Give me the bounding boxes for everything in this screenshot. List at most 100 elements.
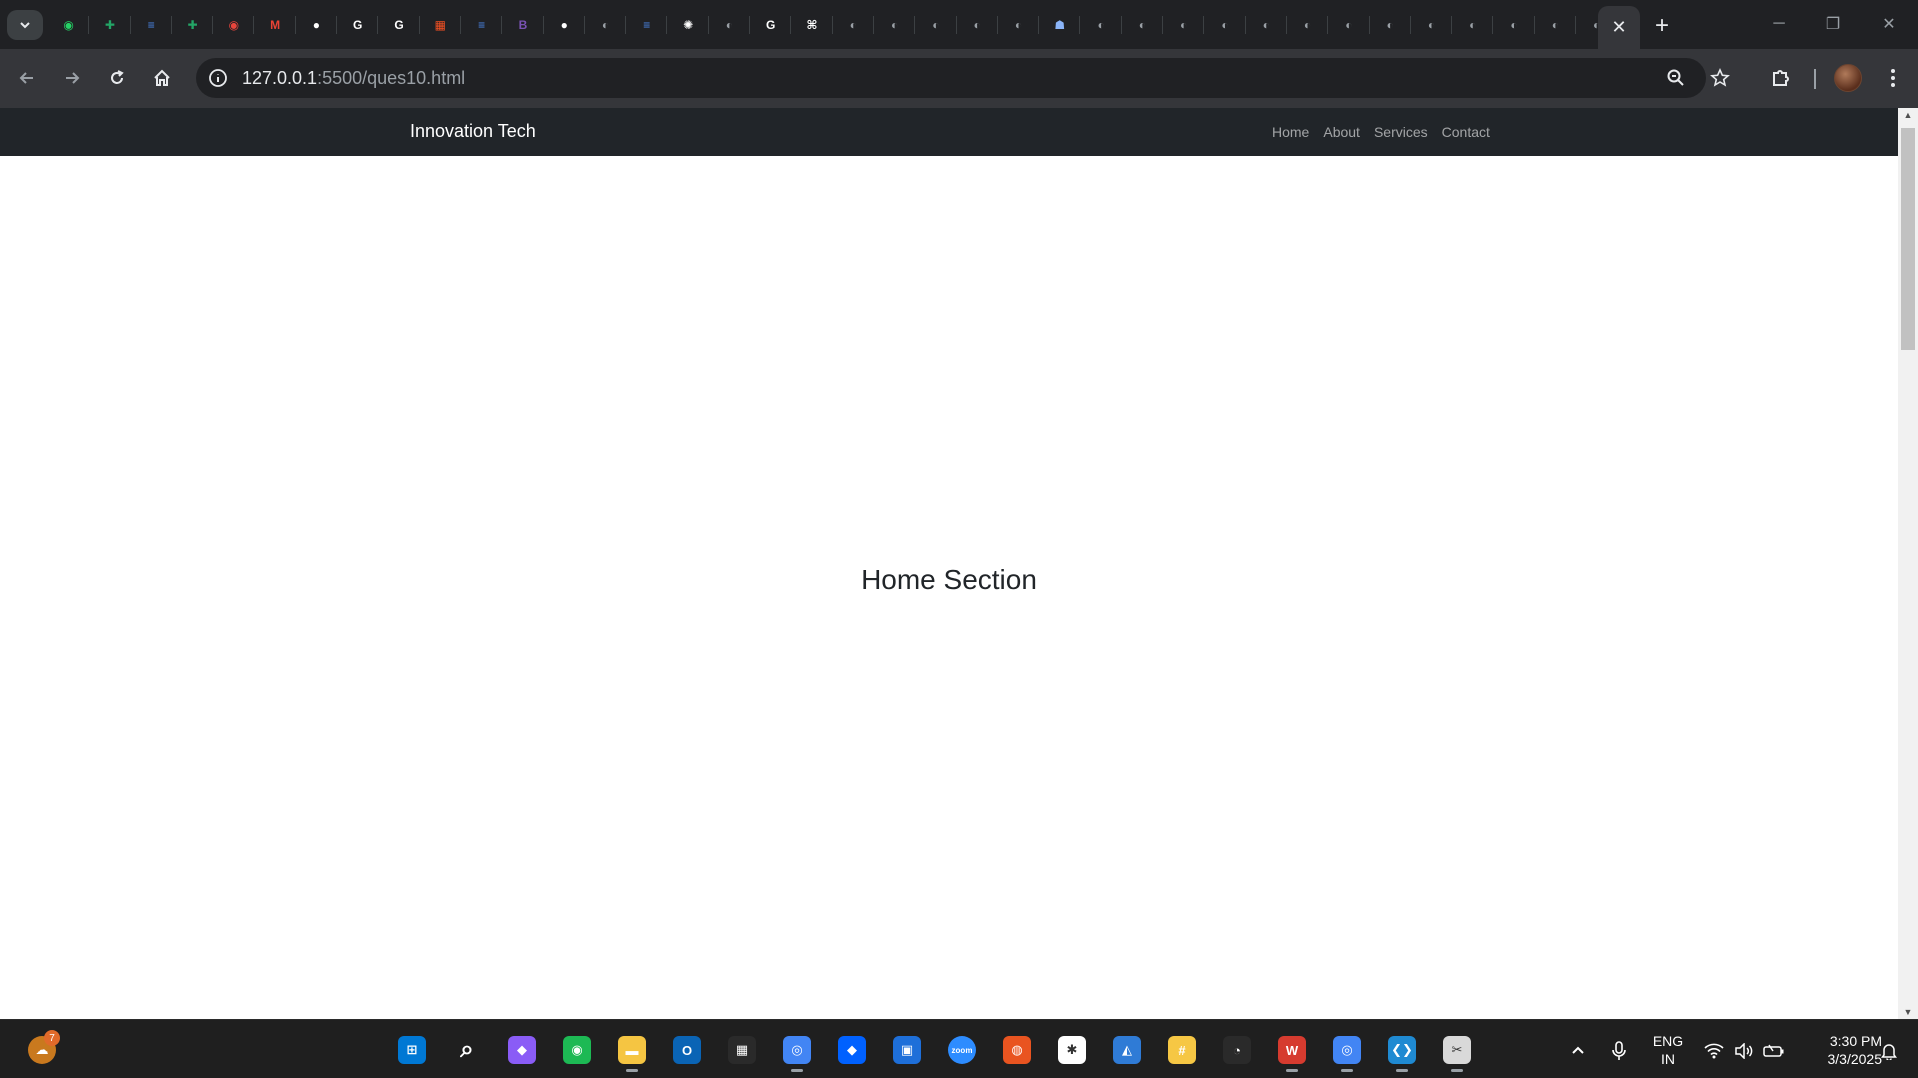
scroll-down-icon[interactable]: ▼ bbox=[1898, 1005, 1918, 1019]
pinned-tab[interactable]: ✺ bbox=[667, 0, 710, 49]
pinned-tab[interactable]: ◉ bbox=[213, 0, 255, 49]
pinned-tab[interactable]: G bbox=[337, 0, 379, 49]
scrollbar-thumb[interactable] bbox=[1901, 128, 1915, 350]
page-scrollbar[interactable]: ▲ ▼ bbox=[1898, 108, 1918, 1019]
pinned-tab[interactable]: ◐ bbox=[915, 0, 957, 49]
reload-button[interactable] bbox=[100, 61, 134, 95]
pinned-tab[interactable]: ◐ bbox=[1163, 0, 1205, 49]
pinned-tab[interactable]: ◐ bbox=[1246, 0, 1288, 49]
extensions-button[interactable] bbox=[1764, 61, 1798, 95]
site-navbar: Innovation Tech Home About Services Contact bbox=[0, 108, 1898, 156]
url-text[interactable]: 127.0.0.1:5500/ques10.html bbox=[242, 68, 465, 89]
taskbar-app[interactable]: ✂ bbox=[1437, 1030, 1477, 1072]
battery-icon[interactable] bbox=[1763, 1040, 1785, 1062]
pinned-tab[interactable]: ✚ bbox=[89, 0, 131, 49]
site-info-icon[interactable] bbox=[206, 66, 230, 90]
volume-icon[interactable] bbox=[1733, 1040, 1755, 1062]
taskbar-app[interactable]: ◎ bbox=[1327, 1030, 1367, 1072]
tab-search-button[interactable] bbox=[7, 10, 43, 40]
navbar-brand[interactable]: Innovation Tech bbox=[410, 121, 536, 142]
language-indicator[interactable]: ENG IN bbox=[1648, 1032, 1688, 1068]
pinned-tab[interactable]: ◐ bbox=[1493, 0, 1535, 49]
pinned-tab[interactable]: ◐ bbox=[585, 0, 627, 49]
taskbar-app[interactable]: ◆ bbox=[502, 1030, 542, 1070]
taskbar-app[interactable]: ◎ bbox=[777, 1030, 817, 1072]
pinned-tab[interactable]: G bbox=[378, 0, 420, 49]
pinned-tab[interactable]: ⌘ bbox=[791, 0, 833, 49]
show-hidden-icons-icon[interactable] bbox=[1567, 1040, 1589, 1062]
zoom-icon[interactable] bbox=[1662, 64, 1690, 92]
home-button[interactable] bbox=[145, 61, 179, 95]
globe-icon: ◐ bbox=[1262, 17, 1270, 32]
microphone-icon[interactable] bbox=[1608, 1040, 1630, 1062]
pinned-tab[interactable]: ◉ bbox=[48, 0, 90, 49]
taskbar-app[interactable]: ✱ bbox=[1052, 1030, 1092, 1070]
taskbar-app[interactable]: zoom bbox=[942, 1030, 982, 1070]
taskbar-app[interactable]: ◔ bbox=[1217, 1030, 1257, 1070]
taskbar-app[interactable]: ◍ bbox=[997, 1030, 1037, 1070]
nav-link-home[interactable]: Home bbox=[1272, 124, 1309, 140]
taskbar-app[interactable]: ❮❯ bbox=[1382, 1030, 1422, 1072]
forward-button[interactable] bbox=[55, 61, 89, 95]
new-tab-button[interactable]: + bbox=[1648, 12, 1676, 40]
pinned-tab[interactable]: ◐ bbox=[1122, 0, 1164, 49]
pinned-tab[interactable]: M bbox=[254, 0, 297, 49]
pinned-tab[interactable]: ◐ bbox=[1080, 0, 1123, 49]
pinned-tab[interactable]: ◐ bbox=[1411, 0, 1453, 49]
record-icon: ◉ bbox=[228, 17, 240, 32]
pinned-tab[interactable]: ≡ bbox=[461, 0, 503, 49]
pinned-tab[interactable]: ◐ bbox=[1452, 0, 1494, 49]
taskbar-app[interactable]: ◆ bbox=[832, 1030, 872, 1070]
globe-icon: ◐ bbox=[1097, 17, 1105, 32]
pinned-tab[interactable]: ≡ bbox=[626, 0, 668, 49]
profile-avatar[interactable] bbox=[1834, 64, 1862, 92]
nav-link-contact[interactable]: Contact bbox=[1442, 124, 1490, 140]
taskbar-app[interactable]: W bbox=[1272, 1030, 1312, 1072]
taskbar-app[interactable]: ◉ bbox=[557, 1030, 597, 1070]
pinned-tab[interactable]: ≡ bbox=[131, 0, 173, 49]
taskbar-app[interactable]: ▣ bbox=[887, 1030, 927, 1070]
taskbar-app[interactable]: ▬ bbox=[612, 1030, 652, 1072]
pinned-tab[interactable]: ◐ bbox=[874, 0, 916, 49]
restore-button[interactable]: ❐ bbox=[1810, 8, 1856, 40]
taskbar-app[interactable]: ◭ bbox=[1107, 1030, 1147, 1070]
globe-icon: ◐ bbox=[1221, 17, 1229, 32]
pinned-tab[interactable]: ◐ bbox=[833, 0, 875, 49]
wifi-icon[interactable] bbox=[1703, 1040, 1725, 1062]
pinned-tab[interactable]: ◐ bbox=[1204, 0, 1246, 49]
close-window-button[interactable]: ✕ bbox=[1866, 8, 1912, 40]
pinned-tab[interactable]: G bbox=[750, 0, 792, 49]
pinned-tab[interactable]: ◐ bbox=[1370, 0, 1412, 49]
active-tab[interactable]: ✕ bbox=[1598, 6, 1640, 49]
notifications-icon[interactable] bbox=[1878, 1040, 1900, 1062]
nav-link-about[interactable]: About bbox=[1323, 124, 1360, 140]
puzzle-icon bbox=[1773, 70, 1789, 86]
scroll-up-icon[interactable]: ▲ bbox=[1898, 108, 1918, 122]
back-button[interactable] bbox=[10, 61, 44, 95]
pinned-tab[interactable]: B bbox=[502, 0, 544, 49]
taskbar-app[interactable]: ⊞ bbox=[392, 1030, 432, 1070]
minimize-button[interactable]: ─ bbox=[1756, 8, 1802, 40]
pinned-tab[interactable]: ● bbox=[296, 0, 338, 49]
close-tab-icon[interactable]: ✕ bbox=[1611, 17, 1626, 38]
pinned-tab[interactable]: ◐ bbox=[1535, 0, 1577, 49]
nav-link-services[interactable]: Services bbox=[1374, 124, 1428, 140]
taskbar-app[interactable]: O bbox=[667, 1030, 707, 1070]
pinned-tab[interactable]: ◐ bbox=[1328, 0, 1370, 49]
pinned-tab[interactable]: ◐ bbox=[998, 0, 1040, 49]
pinned-tab[interactable]: ◐ bbox=[709, 0, 751, 49]
pinned-tab[interactable]: ◐ bbox=[957, 0, 999, 49]
clock[interactable]: 3:30 PM 3/3/2025 bbox=[1792, 1032, 1883, 1068]
pinned-tab[interactable]: ☗ bbox=[1039, 0, 1081, 49]
menu-button[interactable] bbox=[1876, 61, 1910, 95]
pinned-tab[interactable]: ✚ bbox=[172, 0, 214, 49]
taskbar-app[interactable]: # bbox=[1162, 1030, 1202, 1070]
pinned-tab[interactable]: ▦ bbox=[420, 0, 462, 49]
pinned-tab[interactable]: ◐ bbox=[1287, 0, 1329, 49]
widgets-button[interactable]: ☁ 7 bbox=[22, 1030, 62, 1070]
taskbar-app[interactable]: ▦ bbox=[722, 1030, 762, 1070]
bookmark-button[interactable] bbox=[1703, 61, 1737, 95]
address-bar[interactable]: 127.0.0.1:5500/ques10.html bbox=[196, 58, 1706, 98]
taskbar-app[interactable]: ⌕ bbox=[447, 1030, 487, 1070]
pinned-tab[interactable]: ● bbox=[544, 0, 586, 49]
